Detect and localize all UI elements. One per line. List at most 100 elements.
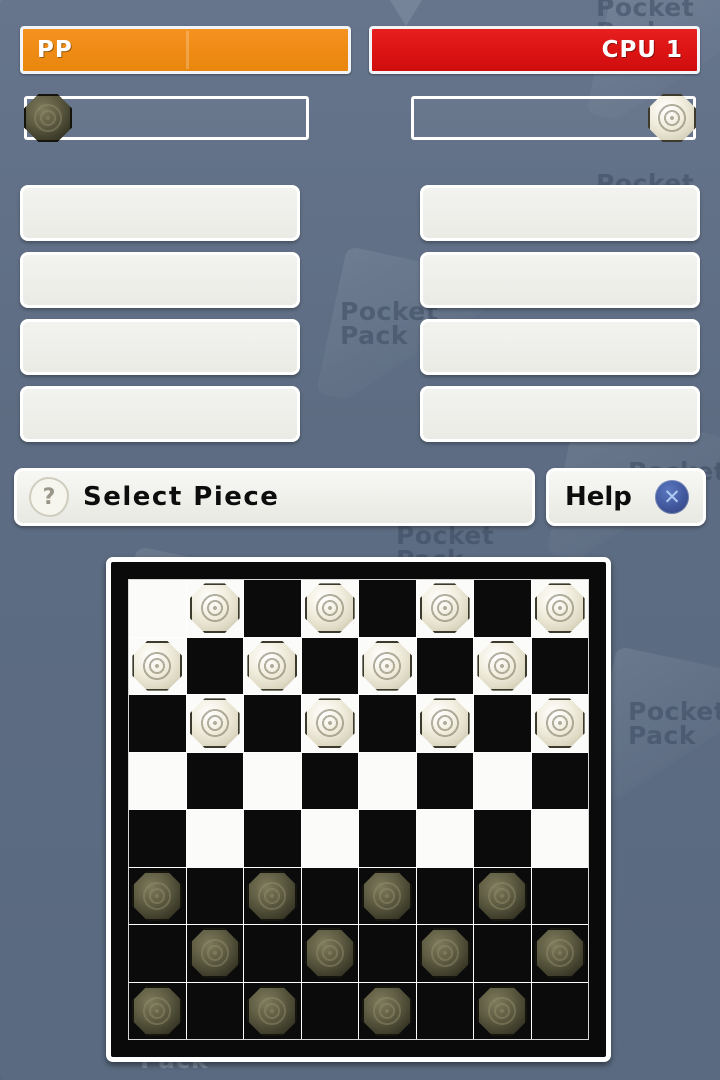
checker-piece-dark[interactable]: [305, 928, 355, 978]
board-square-r5c2[interactable]: [186, 810, 243, 867]
slot-panel[interactable]: [420, 185, 700, 241]
board-square-r4c6[interactable]: [416, 752, 473, 809]
slot-panel[interactable]: [20, 185, 300, 241]
board-square-r1c5[interactable]: [359, 580, 416, 637]
board-square-r4c1[interactable]: [129, 752, 186, 809]
board-square-r1c3[interactable]: [244, 580, 301, 637]
board-square-r8c4[interactable]: [301, 982, 358, 1039]
board-square-r5c7[interactable]: [474, 810, 531, 867]
checker-piece-light[interactable]: [535, 698, 585, 748]
checker-piece-light[interactable]: [305, 583, 355, 633]
board-square-r7c4[interactable]: [301, 925, 358, 982]
checker-piece-light[interactable]: [420, 583, 470, 633]
board-square-r7c6[interactable]: [416, 925, 473, 982]
board-square-r1c6[interactable]: [416, 580, 473, 637]
board-square-r3c8[interactable]: [531, 695, 588, 752]
board-square-r4c8[interactable]: [531, 752, 588, 809]
board-square-r3c6[interactable]: [416, 695, 473, 752]
checker-piece-light[interactable]: [477, 641, 527, 691]
checker-piece-light[interactable]: [305, 698, 355, 748]
player-bar-p1[interactable]: PP: [20, 26, 351, 74]
board-square-r2c7[interactable]: [474, 637, 531, 694]
checker-piece-dark[interactable]: [132, 871, 182, 921]
slot-panel[interactable]: [420, 319, 700, 375]
board-square-r5c4[interactable]: [301, 810, 358, 867]
checker-piece-dark[interactable]: [247, 986, 297, 1036]
checker-piece-dark[interactable]: [362, 986, 412, 1036]
board-square-r5c5[interactable]: [359, 810, 416, 867]
x-circle-icon[interactable]: ✕: [655, 480, 689, 514]
slot-panel[interactable]: [420, 386, 700, 442]
checker-piece-dark[interactable]: [477, 986, 527, 1036]
checker-piece-light[interactable]: [535, 583, 585, 633]
board-square-r7c5[interactable]: [359, 925, 416, 982]
board-square-r8c6[interactable]: [416, 982, 473, 1039]
board-square-r2c3[interactable]: [244, 637, 301, 694]
checker-piece-light[interactable]: [247, 641, 297, 691]
checker-piece-dark[interactable]: [190, 928, 240, 978]
board-square-r8c8[interactable]: [531, 982, 588, 1039]
board-square-r4c4[interactable]: [301, 752, 358, 809]
board-square-r8c5[interactable]: [359, 982, 416, 1039]
board-square-r2c6[interactable]: [416, 637, 473, 694]
board-square-r7c7[interactable]: [474, 925, 531, 982]
board-square-r3c3[interactable]: [244, 695, 301, 752]
checker-piece-dark[interactable]: [535, 928, 585, 978]
checker-piece-light[interactable]: [190, 698, 240, 748]
board-square-r8c7[interactable]: [474, 982, 531, 1039]
board-square-r3c1[interactable]: [129, 695, 186, 752]
board-square-r7c8[interactable]: [531, 925, 588, 982]
board-square-r7c3[interactable]: [244, 925, 301, 982]
checker-piece-dark[interactable]: [477, 871, 527, 921]
board-square-r4c7[interactable]: [474, 752, 531, 809]
board-square-r3c2[interactable]: [186, 695, 243, 752]
checker-piece-dark[interactable]: [420, 928, 470, 978]
board-square-r3c5[interactable]: [359, 695, 416, 752]
player-bar-p2[interactable]: CPU 1: [369, 26, 700, 74]
checker-piece-light[interactable]: [190, 583, 240, 633]
board-square-r5c3[interactable]: [244, 810, 301, 867]
board-square-r4c2[interactable]: [186, 752, 243, 809]
board-square-r6c5[interactable]: [359, 867, 416, 924]
slot-panel[interactable]: [20, 252, 300, 308]
board-square-r1c4[interactable]: [301, 580, 358, 637]
board-square-r2c8[interactable]: [531, 637, 588, 694]
board-square-r6c3[interactable]: [244, 867, 301, 924]
board-square-r7c2[interactable]: [186, 925, 243, 982]
help-button[interactable]: Help ✕: [546, 468, 706, 526]
board-square-r5c8[interactable]: [531, 810, 588, 867]
board-square-r3c7[interactable]: [474, 695, 531, 752]
board-square-r3c4[interactable]: [301, 695, 358, 752]
slot-panel[interactable]: [20, 386, 300, 442]
board-square-r6c1[interactable]: [129, 867, 186, 924]
board-square-r2c2[interactable]: [186, 637, 243, 694]
board-square-r6c6[interactable]: [416, 867, 473, 924]
board-square-r7c1[interactable]: [129, 925, 186, 982]
board-square-r4c5[interactable]: [359, 752, 416, 809]
board-square-r6c2[interactable]: [186, 867, 243, 924]
board-square-r6c8[interactable]: [531, 867, 588, 924]
board-square-r8c3[interactable]: [244, 982, 301, 1039]
checker-piece-dark[interactable]: [362, 871, 412, 921]
captured-tray-p2[interactable]: [411, 96, 696, 140]
checker-piece-light[interactable]: [362, 641, 412, 691]
checker-piece-dark[interactable]: [132, 986, 182, 1036]
board-square-r2c1[interactable]: [129, 637, 186, 694]
board-square-r1c8[interactable]: [531, 580, 588, 637]
board-square-r2c5[interactable]: [359, 637, 416, 694]
board-square-r1c7[interactable]: [474, 580, 531, 637]
slot-panel[interactable]: [420, 252, 700, 308]
board-square-r1c1[interactable]: [129, 580, 186, 637]
checker-piece-dark[interactable]: [247, 871, 297, 921]
board-square-r8c2[interactable]: [186, 982, 243, 1039]
board-square-r4c3[interactable]: [244, 752, 301, 809]
checker-piece-light[interactable]: [132, 641, 182, 691]
board-square-r5c6[interactable]: [416, 810, 473, 867]
board-square-r8c1[interactable]: [129, 982, 186, 1039]
slot-panel[interactable]: [20, 319, 300, 375]
captured-tray-p1[interactable]: [24, 96, 309, 140]
board-square-r6c7[interactable]: [474, 867, 531, 924]
board-square-r5c1[interactable]: [129, 810, 186, 867]
checkerboard[interactable]: [128, 579, 589, 1040]
checker-piece-light[interactable]: [420, 698, 470, 748]
